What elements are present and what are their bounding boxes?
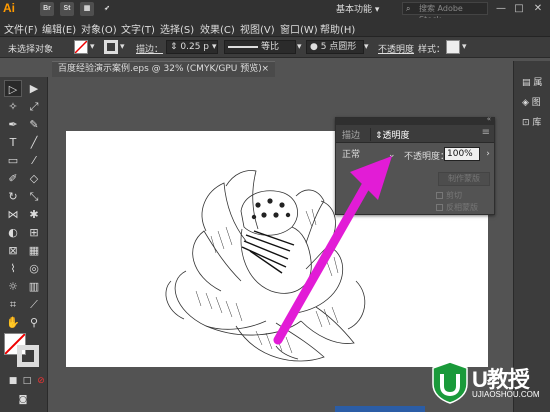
watermark-logo: U教授 UJIAOSHOU.COM [430,360,550,412]
watermark-url: UJIAOSHOU.COM [472,390,540,399]
arrow-head [350,156,392,200]
annotation-arrow [273,156,392,345]
taskbar-strip [335,406,425,412]
shield-logo-icon [432,361,468,404]
arrow-shaft [273,177,373,345]
